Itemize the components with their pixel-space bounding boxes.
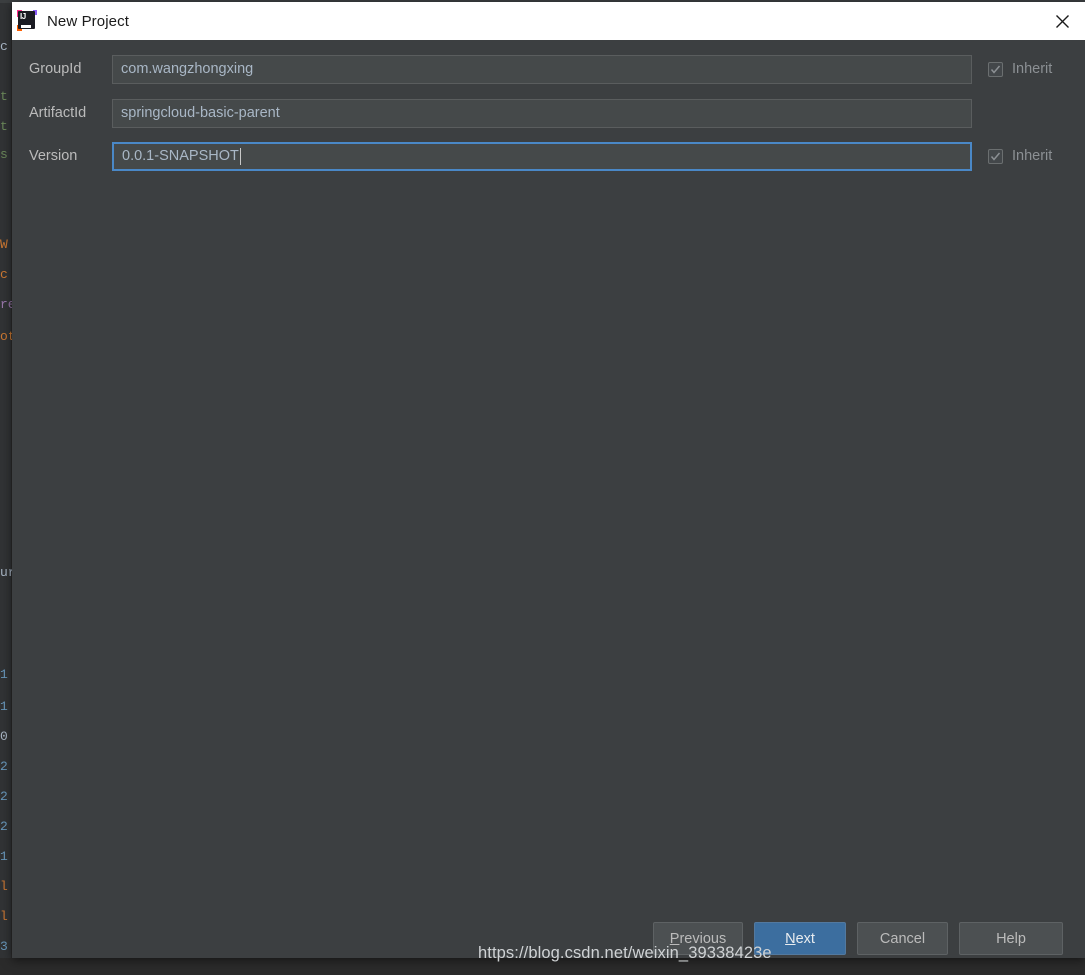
cancel-button[interactable]: Cancel	[857, 922, 948, 955]
groupid-label: GroupId	[29, 61, 82, 77]
background-code-fragment: t	[0, 120, 8, 134]
next-mnemonic: N	[785, 930, 796, 947]
form-row-groupid: GroupId com.wangzhongxing Inherit	[12, 54, 1085, 84]
intellij-idea-icon: IJ	[16, 10, 38, 32]
background-code-fragment: l	[0, 910, 8, 924]
help-button[interactable]: Help	[959, 922, 1063, 955]
new-project-dialog: IJ New Project GroupId com.wangzhongxing	[12, 2, 1085, 958]
background-code-fragment: 1	[0, 850, 8, 864]
background-code-fragment: t	[0, 90, 8, 104]
dialog-body: GroupId com.wangzhongxing Inherit Artifa…	[12, 40, 1085, 958]
background-code-fragment: 3	[0, 940, 8, 954]
background-code-fragment: 2	[0, 760, 8, 774]
background-code-fragment: 1	[0, 668, 8, 682]
version-input[interactable]: 0.0.1-SNAPSHOT	[112, 141, 972, 171]
cancel-label: ancel	[890, 930, 926, 947]
form-row-version: Version 0.0.1-SNAPSHOT Inherit	[12, 141, 1085, 171]
close-icon[interactable]	[1039, 2, 1085, 40]
artifactid-input[interactable]: springcloud-basic-parent	[112, 98, 972, 128]
text-caret	[239, 147, 241, 165]
version-label: Version	[29, 148, 78, 164]
background-code-fragment: ot	[0, 330, 12, 344]
background-code-fragment: c	[0, 40, 8, 54]
next-label: ext	[795, 930, 815, 947]
groupid-inherit-group[interactable]: Inherit	[988, 61, 1052, 77]
background-code-fragment: l	[0, 880, 8, 894]
background-code-fragment: re	[0, 298, 12, 312]
background-code-fragment: 2	[0, 820, 8, 834]
form-row-artifactid: ArtifactId springcloud-basic-parent	[12, 98, 1085, 128]
background-code-fragment: 0	[0, 730, 8, 744]
background-code-fragment: c	[0, 268, 8, 282]
background-code-fragment: s	[0, 148, 8, 162]
version-value: 0.0.1-SNAPSHOT	[122, 148, 239, 164]
version-inherit-label: Inherit	[1012, 148, 1053, 164]
artifactid-value: springcloud-basic-parent	[121, 105, 280, 121]
background-code-fragment: W	[0, 238, 8, 252]
groupid-inherit-label: Inherit	[1012, 61, 1053, 77]
help-label: Help	[996, 930, 1026, 947]
version-inherit-checkbox[interactable]	[988, 148, 1003, 164]
version-inherit-group[interactable]: Inherit	[988, 148, 1052, 164]
artifactid-label: ArtifactId	[29, 105, 87, 121]
groupid-value: com.wangzhongxing	[121, 61, 254, 77]
groupid-inherit-checkbox[interactable]	[988, 61, 1003, 77]
dialog-title: New Project	[47, 12, 129, 30]
watermark-url: https://blog.csdn.net/weixin_39338423e	[478, 944, 772, 962]
background-code-fragment: 2	[0, 790, 8, 804]
background-code-fragment: ur	[0, 566, 12, 580]
cancel-mnemonic: C	[879, 930, 891, 947]
groupid-input[interactable]: com.wangzhongxing	[112, 54, 972, 84]
background-code-fragment: 1	[0, 700, 8, 714]
dialog-title-bar: IJ New Project	[12, 2, 1085, 40]
